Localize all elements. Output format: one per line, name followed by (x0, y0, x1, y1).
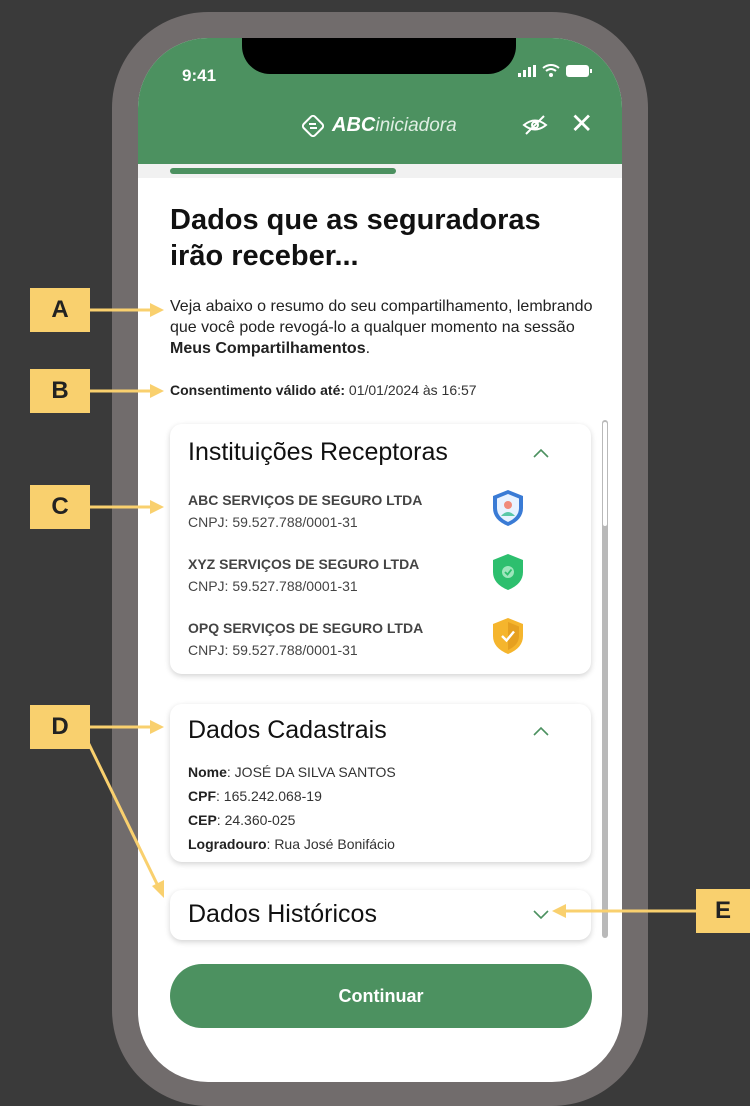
callout-arrows (82, 303, 696, 918)
callout-a: A (30, 288, 90, 332)
callout-a-arrowhead (150, 303, 164, 317)
callout-d-arrow-2 (82, 733, 160, 887)
callout-d: D (30, 705, 90, 749)
callout-c: C (30, 485, 90, 529)
callout-e-arrowhead (552, 904, 566, 918)
callout-c-arrowhead (150, 500, 164, 514)
callout-b: B (30, 369, 90, 413)
callout-e: E (696, 889, 750, 933)
callout-d-arrowhead (150, 720, 164, 734)
callout-b-arrowhead (150, 384, 164, 398)
